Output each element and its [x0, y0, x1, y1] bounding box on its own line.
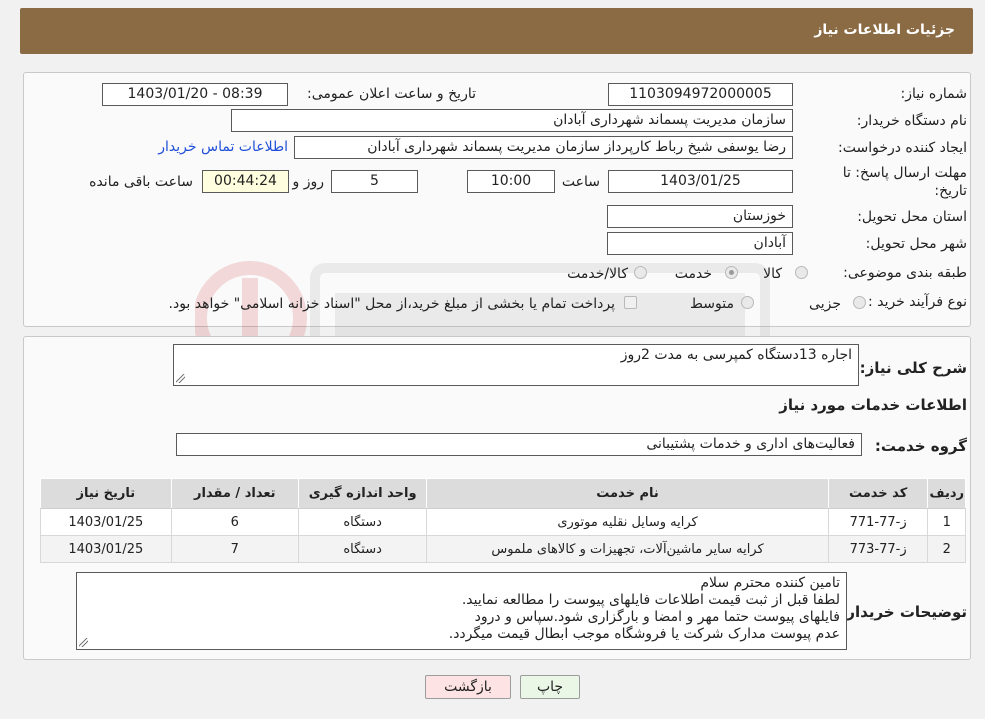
- buyer-note-line: لطفا قبل از ثبت قیمت اطلاعات فایلهای پیو…: [461, 592, 840, 608]
- cell-row-number: 1: [927, 508, 966, 536]
- category-radio-service[interactable]: [725, 266, 738, 279]
- resize-grip-icon[interactable]: [176, 374, 185, 383]
- page-title: جزئیات اطلاعات نیاز: [814, 22, 955, 38]
- creator-field: رضا یوسفی شیخ رباط کارپرداز سازمان مدیری…: [294, 136, 793, 159]
- cell-service-code: ز-77-771: [827, 508, 929, 536]
- category-label: طبقه بندی موضوعی:: [843, 265, 967, 281]
- deadline-time-label: ساعت: [561, 174, 600, 190]
- cell-service-name: کرایه وسایل نقلیه موتوری: [426, 508, 829, 536]
- table-row: 2 ز-77-773 کرایه سایر ماشین‌آلات، تجهیزا…: [40, 535, 966, 563]
- table-header-row: ردیف کد خدمت نام خدمت واحد اندازه گیری ت…: [40, 478, 966, 509]
- buyer-org-field: سازمان مدیریت پسماند شهرداری آبادان: [231, 109, 793, 132]
- province-field: خوزستان: [607, 205, 793, 228]
- buyer-notes-label: توضیحات خریدار:: [840, 603, 967, 621]
- treasury-payment-checkbox[interactable]: [624, 296, 637, 309]
- remaining-time-field: 00:44:24: [202, 170, 289, 193]
- cell-quantity: 6: [170, 508, 299, 536]
- buyer-note-line: عدم پیوست مدارک شرکت یا فروشگاه موجب ابط…: [448, 626, 840, 642]
- category-radio-goods-service[interactable]: [634, 266, 647, 279]
- services-section-title: اطلاعات خدمات مورد نیاز: [779, 396, 967, 414]
- city-field: آبادان: [607, 232, 793, 255]
- cell-unit: دستگاه: [297, 535, 428, 563]
- category-option-service: خدمت: [674, 266, 712, 282]
- city-label: شهر محل تحویل:: [865, 236, 967, 252]
- col-header-quantity: تعداد / مقدار: [170, 478, 299, 509]
- services-table: ردیف کد خدمت نام خدمت واحد اندازه گیری ت…: [40, 478, 966, 563]
- summary-text: اجاره 13دستگاه کمپرسی به مدت 2روز: [620, 347, 852, 363]
- category-radio-goods[interactable]: [795, 266, 808, 279]
- deadline-label: مهلت ارسال پاسخ: تا: [842, 165, 967, 181]
- process-type-label: نوع فرآیند خرید :: [868, 294, 967, 310]
- back-button[interactable]: بازگشت: [425, 675, 511, 699]
- buyer-note-line: فایلهای پیوست حتما مهر و امضا و بارگزاری…: [474, 609, 840, 625]
- deadline-time-field: 10:00: [467, 170, 555, 193]
- cell-need-date: 1403/01/25: [40, 508, 172, 536]
- process-radio-medium[interactable]: [741, 296, 754, 309]
- announce-datetime-label: تاریخ و ساعت اعلان عمومی:: [307, 86, 476, 102]
- cell-service-name: کرایه سایر ماشین‌آلات، تجهیزات و کالاهای…: [426, 535, 829, 563]
- process-option-medium: متوسط: [690, 296, 734, 312]
- announce-datetime-field: 1403/01/20 - 08:39: [102, 83, 288, 106]
- cell-row-number: 2: [927, 535, 966, 563]
- service-group-label: گروه خدمت:: [874, 437, 967, 455]
- process-option-minor: جزیی: [809, 296, 841, 312]
- col-header-need-date: تاریخ نیاز: [40, 478, 172, 509]
- remaining-days-field: 5: [331, 170, 418, 193]
- buyer-contact-link[interactable]: اطلاعات تماس خریدار: [158, 139, 288, 155]
- need-number-field: 1103094972000005: [608, 83, 793, 106]
- resize-grip-icon[interactable]: [79, 638, 88, 647]
- table-row: 1 ز-77-771 کرایه وسایل نقلیه موتوری دستگ…: [40, 508, 966, 536]
- category-option-goods-service: کالا/خدمت: [567, 266, 628, 282]
- cell-need-date: 1403/01/25: [40, 535, 172, 563]
- creator-label: ایجاد کننده درخواست:: [838, 140, 967, 156]
- col-header-service-name: نام خدمت: [426, 478, 829, 509]
- cell-unit: دستگاه: [297, 508, 428, 536]
- need-number-label: شماره نیاز:: [900, 86, 968, 102]
- summary-textarea[interactable]: اجاره 13دستگاه کمپرسی به مدت 2روز: [173, 344, 859, 386]
- col-header-row-number: ردیف: [927, 478, 966, 509]
- deadline-date-label: تاریخ:: [934, 183, 967, 199]
- process-radio-minor[interactable]: [853, 296, 866, 309]
- province-label: استان محل تحویل:: [857, 209, 967, 225]
- category-option-goods: کالا: [763, 266, 782, 282]
- cell-service-code: ز-77-773: [827, 535, 929, 563]
- service-group-field: فعالیت‌های اداری و خدمات پشتیبانی: [176, 433, 862, 456]
- deadline-date-field: 1403/01/25: [608, 170, 793, 193]
- page-header: جزئیات اطلاعات نیاز: [20, 8, 973, 54]
- cell-quantity: 7: [170, 535, 299, 563]
- remaining-time-label: ساعت باقی مانده: [89, 174, 193, 190]
- print-button[interactable]: چاپ: [520, 675, 580, 699]
- summary-label: شرح کلی نیاز:: [859, 359, 967, 377]
- buyer-notes-textarea[interactable]: تامین کننده محترم سلام لطفا قبل از ثبت ق…: [76, 572, 847, 650]
- buyer-org-label: نام دستگاه خریدار:: [856, 113, 967, 129]
- days-label: روز و: [292, 174, 325, 190]
- col-header-unit: واحد اندازه گیری: [297, 478, 428, 509]
- treasury-payment-note: پرداخت تمام یا بخشی از مبلغ خرید،از محل …: [168, 296, 615, 312]
- col-header-service-code: کد خدمت: [827, 478, 929, 509]
- buyer-note-line: تامین کننده محترم سلام: [700, 575, 840, 591]
